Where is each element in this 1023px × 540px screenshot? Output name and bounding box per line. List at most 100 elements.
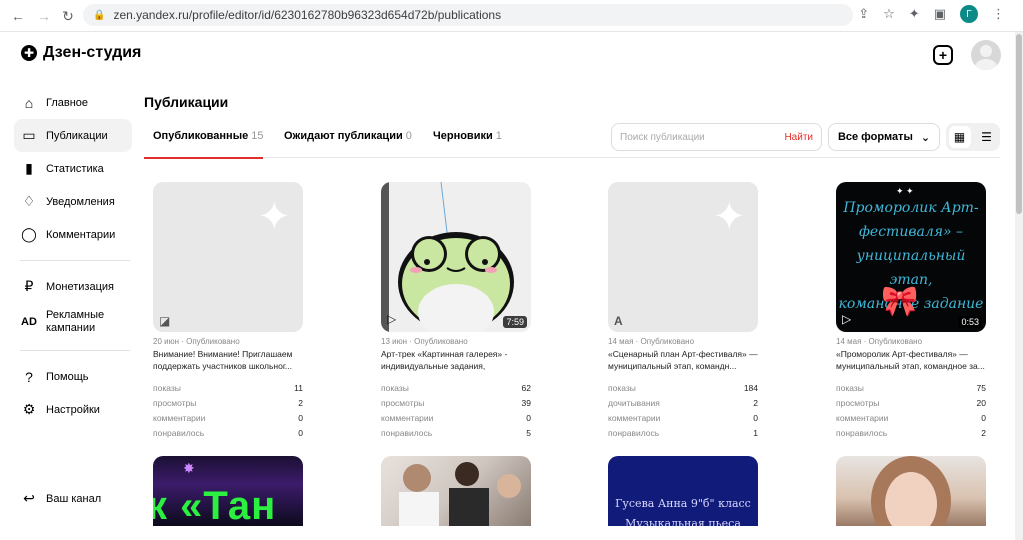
publication-card[interactable]: ✦ A 14 мая · Опубликовано «Сценарный пла…	[608, 182, 758, 440]
reload-icon[interactable]: ↻	[59, 7, 77, 25]
stat-label: показы	[608, 382, 636, 393]
stat-value: 11	[294, 382, 303, 393]
search-box[interactable]: Поиск публикации Найти	[611, 123, 822, 151]
page-scrollbar-thumb[interactable]	[1016, 34, 1022, 214]
publication-card[interactable]	[381, 456, 531, 526]
stat-value: 184	[743, 382, 758, 393]
user-avatar[interactable]	[971, 40, 1001, 70]
share-icon[interactable]: ⇪	[858, 6, 869, 22]
forward-icon[interactable]: →	[35, 7, 53, 25]
tab-count: 0	[405, 130, 412, 142]
back-icon[interactable]: ←	[9, 7, 27, 25]
publication-card[interactable]: ▷ 7:59 13 июн · Опубликовано Арт-трек «К…	[381, 182, 531, 440]
formats-dropdown[interactable]: Все форматы ⌄	[828, 123, 940, 151]
tab-label: Черновики	[433, 130, 493, 142]
stat-value: 39	[521, 397, 531, 408]
page-title: Публикации	[144, 94, 229, 110]
publications-icon: ▭	[22, 127, 36, 143]
sidebar: ⌂ Главное ▭ Публикации ▮ Статистика ♢ Ув…	[14, 86, 132, 426]
sidebar-item-label: Комментарии	[46, 228, 116, 241]
publication-card[interactable]	[836, 456, 986, 526]
stat-label: комментарии	[608, 412, 661, 423]
card-thumbnail[interactable]: ✦ A	[608, 182, 758, 332]
tab-pending[interactable]: Ожидают публикации 0	[284, 125, 412, 158]
app-logo[interactable]: ✚ Дзен-студия	[21, 44, 141, 62]
stat-label: понравилось	[153, 427, 205, 438]
sidebar-item-notifications[interactable]: ♢ Уведомления	[14, 185, 132, 218]
stat-row: понравилось 1	[608, 425, 758, 440]
card-title[interactable]: «Проморолик Арт-фестиваля» — муниципальн…	[836, 348, 986, 372]
sidebar-item-statistics[interactable]: ▮ Статистика	[14, 152, 132, 185]
stat-value: 1	[753, 427, 758, 438]
card-thumbnail[interactable]: ✸ к «Тан	[153, 456, 303, 526]
card-title[interactable]: «Сценарный план Арт-фестиваля» — муницип…	[608, 348, 758, 372]
help-icon: ?	[25, 368, 33, 385]
stat-label: понравилось	[836, 427, 888, 438]
sidepanel-icon[interactable]: ▣	[934, 6, 946, 22]
sidebar-item-your-channel[interactable]: ↩ Ваш канал	[14, 482, 101, 515]
grid-view-icon[interactable]: ▦	[948, 126, 971, 148]
ruble-icon: ₽	[24, 278, 34, 294]
tab-count: 1	[495, 130, 502, 142]
sidebar-item-monetization[interactable]: ₽ Монетизация	[14, 270, 132, 303]
bookmark-star-icon[interactable]: ☆	[883, 6, 895, 22]
search-input[interactable]: Поиск публикации	[620, 132, 705, 143]
card-thumbnail[interactable]: ✦ ◪	[153, 182, 303, 332]
play-icon: ▷	[842, 312, 852, 326]
play-icon: ▷	[387, 312, 397, 326]
bell-icon: ♢	[22, 193, 36, 209]
sidebar-item-settings[interactable]: ⚙ Настройки	[14, 393, 132, 426]
sidebar-item-ad-campaigns[interactable]: AD Рекламные кампании	[14, 303, 132, 341]
stat-row: комментарии 0	[153, 410, 303, 425]
tab-drafts[interactable]: Черновики 1	[433, 125, 502, 158]
promo-line: фестиваля» –	[858, 224, 964, 240]
sidebar-item-label: Уведомления	[46, 195, 115, 208]
stat-label: просмотры	[381, 397, 425, 408]
card-thumbnail[interactable]	[836, 456, 986, 526]
url-text: zen.yandex.ru/profile/editor/id/62301627…	[113, 8, 502, 22]
tab-published[interactable]: Опубликованные 15	[144, 125, 263, 159]
stat-value: 20	[976, 397, 986, 408]
publication-card[interactable]: ✸ к «Тан	[153, 456, 303, 526]
card-thumbnail[interactable]	[381, 456, 531, 526]
stat-label: просмотры	[836, 397, 880, 408]
stat-label: дочитывания	[608, 397, 660, 408]
stat-value: 0	[981, 412, 986, 423]
sparkle-icon: ✦	[257, 195, 291, 239]
publication-card[interactable]: Гусева Анна 9"б" класс Музыкальная пьеса	[608, 456, 758, 526]
stat-value: 5	[526, 427, 531, 438]
browser-profile-avatar[interactable]: Г	[960, 5, 978, 23]
stat-label: понравилось	[608, 427, 660, 438]
stat-row: показы 62	[381, 380, 531, 395]
publication-card[interactable]: ✦ ◪ 20 июн · Опубликовано Внимание! Вним…	[153, 182, 303, 440]
sidebar-item-home[interactable]: ⌂ Главное	[14, 86, 132, 119]
chevron-down-icon: ⌄	[920, 131, 931, 144]
extensions-icon[interactable]: ✦	[909, 6, 920, 22]
card-title[interactable]: Внимание! Внимание! Приглашаем поддержат…	[153, 348, 303, 372]
create-publication-button[interactable]: +	[933, 45, 953, 65]
video-duration: 7:59	[503, 316, 527, 328]
stat-value: 0	[526, 412, 531, 423]
stat-label: просмотры	[153, 397, 197, 408]
sidebar-item-label: Помощь	[46, 370, 89, 383]
article-type-icon: A	[614, 314, 623, 328]
card-thumbnail[interactable]: ✦ ✦ Проморолик Арт- фестиваля» – униципа…	[836, 182, 986, 332]
view-toggle: ▦ ☰	[946, 123, 1000, 151]
stat-row: показы 184	[608, 380, 758, 395]
list-view-icon[interactable]: ☰	[976, 126, 998, 148]
address-bar[interactable]: 🔒 zen.yandex.ru/profile/editor/id/623016…	[83, 4, 853, 26]
sidebar-item-help[interactable]: ? Помощь	[14, 360, 132, 393]
search-button[interactable]: Найти	[784, 132, 813, 143]
tango-overlay-text: к «Тан	[153, 484, 277, 526]
sidebar-item-comments[interactable]: ◯ Комментарии	[14, 218, 132, 251]
frog-illustration	[381, 182, 514, 332]
sparkle-icon: ✦	[712, 195, 746, 239]
card-thumbnail[interactable]: ▷ 7:59	[381, 182, 531, 332]
browser-menu-icon[interactable]: ⋮	[992, 6, 1005, 22]
card-thumbnail[interactable]: Гусева Анна 9"б" класс Музыкальная пьеса	[608, 456, 758, 526]
comment-icon: ◯	[21, 226, 37, 242]
stat-label: комментарии	[836, 412, 889, 423]
sidebar-item-publications[interactable]: ▭ Публикации	[14, 119, 132, 152]
publication-card[interactable]: ✦ ✦ Проморолик Арт- фестиваля» – униципа…	[836, 182, 986, 440]
card-title[interactable]: Арт-трек «Картинная галерея» - индивидуа…	[381, 348, 531, 372]
